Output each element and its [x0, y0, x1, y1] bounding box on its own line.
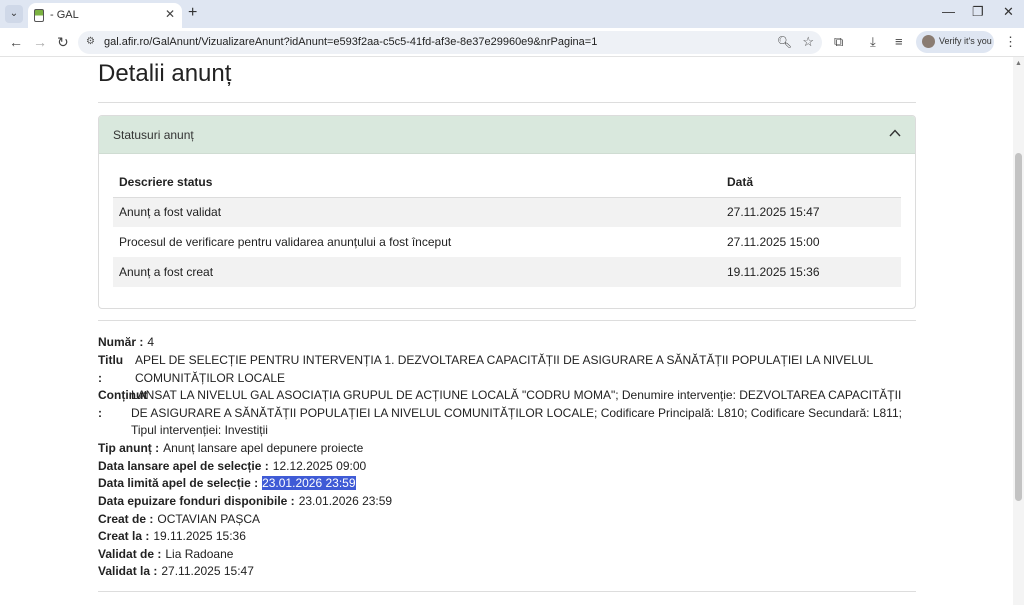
status-description: Procesul de verificare pentru validarea … [119, 235, 452, 249]
media-icon[interactable]: ≡ [895, 34, 903, 49]
data-lansare-label: Data lansare apel de selecție : [98, 459, 269, 473]
table-row: Anunț a fost creat 19.11.2025 15:36 [113, 257, 901, 287]
address-bar[interactable]: ⚙ gal.afir.ro/GalAnunt/VizualizareAnunt?… [78, 31, 822, 54]
detail-creat-la: Creat la :19.11.2025 15:36 [98, 529, 246, 543]
new-tab-icon[interactable]: + [188, 4, 197, 22]
divider [98, 102, 916, 103]
download-icon[interactable]: ⤓ [870, 34, 876, 50]
window-close-icon[interactable]: ✕ [1003, 4, 1014, 20]
verify-label: Verify it's you [939, 36, 992, 46]
detail-data-epuizare: Data epuizare fonduri disponibile :23.01… [98, 494, 392, 508]
forward-icon[interactable]: → [33, 34, 47, 50]
continut-value: LANSAT LA NIVELUL GAL ASOCIAȚIA GRUPUL D… [131, 388, 902, 437]
titlu-label: Titlu : [98, 353, 124, 385]
profile-avatar-icon [922, 35, 935, 48]
validat-de-value: Lia Radoane [165, 547, 234, 561]
detail-tip: Tip anunț : Anunț lansare apel depunere p… [98, 441, 363, 455]
status-date: 27.11.2025 15:00 [727, 235, 820, 249]
page-title: Detalii anunț [98, 60, 232, 87]
data-limita-value[interactable]: 23.01.2026 23:59 [262, 476, 356, 490]
statuses-table: Descriere status Dată Anunț a fost valid… [113, 168, 901, 287]
detail-validat-de: Validat de : Lia Radoane [98, 547, 233, 561]
scroll-up-icon[interactable]: ▲ [1015, 60, 1022, 67]
tip-label: Tip anunț : [98, 441, 160, 455]
data-limita-label: Data limită apel de selecție : [98, 476, 259, 490]
column-header-description: Descriere status [113, 168, 721, 198]
detail-numar: Număr :4 [98, 335, 154, 349]
continut-label: Conținut : [98, 388, 148, 420]
verify-button[interactable]: Verify it's you [916, 31, 994, 53]
table-row: Procesul de verificare pentru validarea … [113, 227, 901, 257]
detail-creat-de: Creat de : OCTAVIAN PAȘCA [98, 512, 260, 526]
reload-icon[interactable]: ↻ [57, 34, 69, 51]
detail-data-lansare: Data lansare apel de selecție :12.12.202… [98, 459, 366, 473]
status-description: Anunț a fost creat [113, 257, 721, 287]
site-favicon-icon [34, 9, 44, 22]
tab-strip: ⌄ - GAL ✕ + — ❐ ✕ [0, 0, 1024, 28]
column-header-date: Dată [721, 168, 901, 198]
scrollbar-thumb[interactable] [1015, 153, 1022, 501]
table-row: Anunț a fost validat 27.11.2025 15:47 [113, 197, 901, 227]
statuses-header-label: Statusuri anunț [113, 128, 194, 142]
creat-de-value: OCTAVIAN PAȘCA [157, 512, 261, 526]
tab-close-icon[interactable]: ✕ [165, 7, 175, 21]
back-icon[interactable]: ← [9, 34, 23, 50]
detail-validat-la: Validat la :27.11.2025 15:47 [98, 564, 254, 578]
data-lansare-value: 12.12.2025 09:00 [272, 459, 367, 473]
site-info-icon[interactable]: ⚙ [86, 36, 98, 48]
validat-la-value: 27.11.2025 15:47 [161, 564, 254, 578]
tab-title: - GAL [50, 9, 79, 21]
status-date: 19.11.2025 15:36 [721, 257, 901, 287]
numar-value: 4 [147, 335, 155, 349]
statuses-card: Statusuri anunț Descriere status Dată An… [98, 115, 916, 309]
chevron-up-icon[interactable] [889, 127, 901, 139]
creat-la-label: Creat la : [98, 529, 150, 543]
titlu-value: APEL DE SELECȚIE PENTRU INTERVENȚIA 1. D… [135, 353, 873, 385]
browser-menu-icon[interactable]: ⋮ [1004, 34, 1017, 50]
minimize-icon[interactable]: — [942, 4, 955, 19]
numar-label: Număr : [98, 335, 144, 349]
statuses-accordion-header[interactable]: Statusuri anunț [99, 116, 915, 154]
data-epuizare-label: Data epuizare fonduri disponibile : [98, 494, 295, 508]
status-description: Anunț a fost validat [113, 197, 721, 227]
tab-search-icon[interactable]: ⌄ [5, 5, 23, 23]
browser-toolbar: ← → ↻ ⚙ gal.afir.ro/GalAnunt/Vizualizare… [0, 28, 1024, 57]
divider [98, 320, 916, 321]
restore-icon[interactable]: ❐ [972, 4, 984, 20]
data-epuizare-value: 23.01.2026 23:59 [298, 494, 393, 508]
zoom-icon[interactable]: 🔍︎ [777, 35, 792, 49]
detail-data-limita: Data limită apel de selecție :23.01.2026… [98, 476, 356, 490]
creat-la-value: 19.11.2025 15:36 [153, 529, 246, 543]
url-text[interactable]: gal.afir.ro/GalAnunt/VizualizareAnunt?id… [104, 36, 597, 48]
divider [98, 591, 916, 592]
bookmark-star-icon[interactable]: ☆ [802, 34, 814, 50]
validat-de-label: Validat de : [98, 547, 162, 561]
creat-de-label: Creat de : [98, 512, 154, 526]
browser-tab[interactable]: - GAL ✕ [28, 3, 182, 28]
validat-la-label: Validat la : [98, 564, 158, 578]
status-date: 27.11.2025 15:47 [721, 197, 901, 227]
extensions-icon[interactable]: ⧉ [834, 34, 843, 50]
tip-value: Anunț lansare apel depunere proiecte [163, 441, 364, 455]
